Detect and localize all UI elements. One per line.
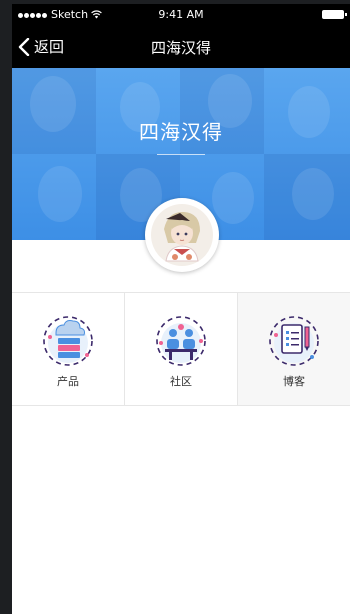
status-time: 9:41 AM [158,8,204,21]
phone-screen: Sketch 9:41 AM 返回 四海汉得 四海汉得 产品 社区 博客 [12,4,350,614]
grid-label-product: 产品 [57,375,79,388]
blog-icon [269,316,319,366]
banner-title: 四海汉得 [139,120,223,144]
banner-divider [157,154,205,155]
banner-face [212,172,254,224]
avatar[interactable] [145,198,219,272]
banner-face [38,166,82,222]
grid-item-blog[interactable]: 博客 [238,293,350,405]
nav-bar: 返回 四海汉得 [12,26,350,68]
battery-icon [322,10,347,19]
content-area [12,406,350,614]
nav-title: 四海汉得 [150,39,211,57]
avatar-illustration-icon [151,204,213,266]
banner-face [292,168,334,220]
product-icon [43,316,93,366]
grid-label-blog: 博客 [283,375,305,388]
status-bar: Sketch 9:41 AM [12,4,350,26]
grid-item-product[interactable]: 产品 [12,293,125,405]
grid-label-community: 社区 [170,375,192,388]
feature-grid: 产品 社区 博客 [12,292,350,406]
community-icon [156,316,206,366]
grid-item-community[interactable]: 社区 [125,293,238,405]
